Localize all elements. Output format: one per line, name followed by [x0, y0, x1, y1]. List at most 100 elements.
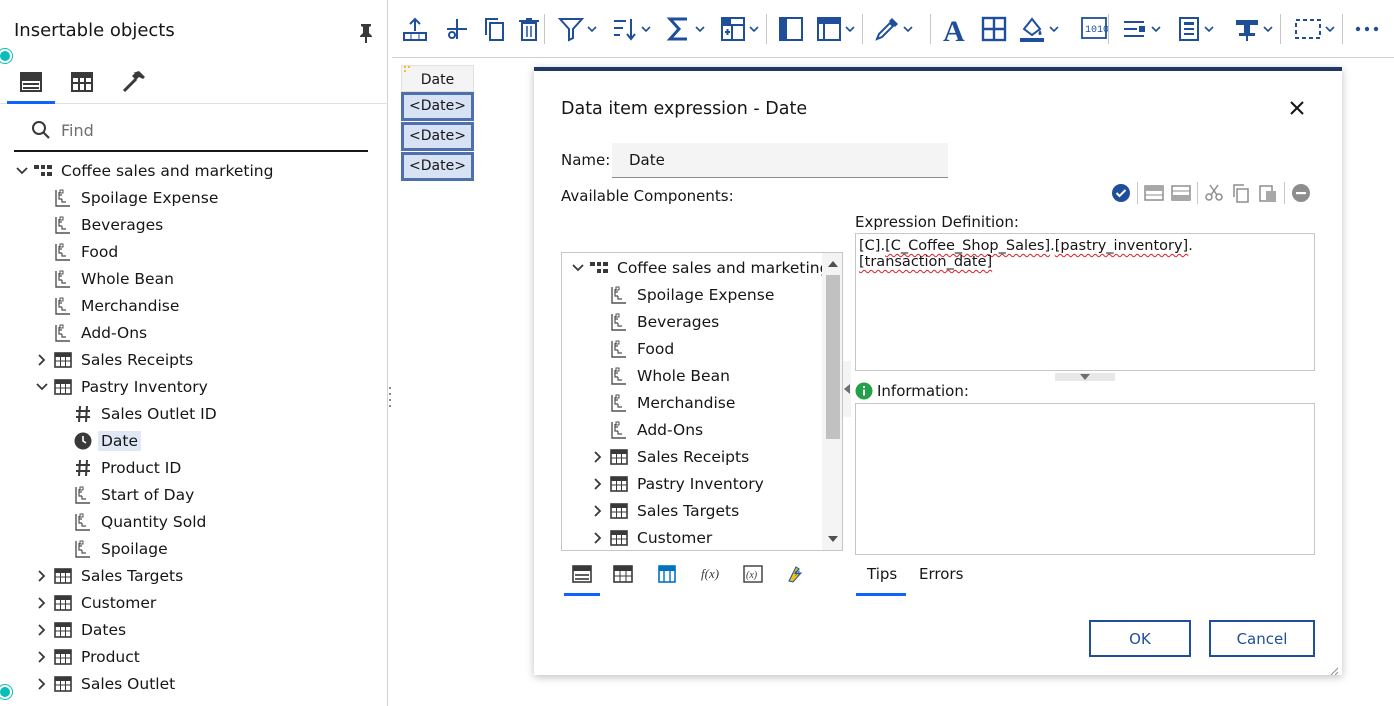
tab-tools[interactable] — [110, 62, 158, 102]
tree-item[interactable]: Food — [34, 238, 121, 265]
resize-handle[interactable] — [1055, 373, 1115, 381]
chevron-right-icon[interactable] — [34, 649, 50, 665]
tab-functions[interactable]: f(x) — [694, 559, 730, 589]
borders-button[interactable] — [981, 12, 1007, 46]
paste-icon[interactable] — [1257, 182, 1279, 204]
tree-item[interactable]: Merchandise — [590, 389, 738, 416]
expression-editor[interactable]: [C].[C_Coffee_Shop_Sales].[pastry_invent… — [855, 233, 1315, 371]
panel-splitter[interactable] — [388, 385, 392, 409]
remove-icon[interactable] — [1290, 182, 1312, 204]
tree-scrollbar[interactable] — [822, 253, 842, 550]
tree-item[interactable]: Sales Targets — [34, 562, 186, 589]
sort-button[interactable] — [612, 12, 651, 46]
tree-item[interactable]: Date — [54, 427, 142, 454]
tab-tips[interactable]: Tips — [867, 565, 897, 583]
chevron-down-icon[interactable] — [34, 379, 50, 395]
tab-data-items[interactable] — [649, 559, 685, 589]
fill-color-button[interactable] — [1018, 12, 1059, 46]
tree-item[interactable]: Spoilage Expense — [590, 281, 777, 308]
collapse-handle[interactable] — [843, 361, 851, 417]
pin-icon[interactable] — [356, 22, 376, 44]
summarize-button[interactable] — [666, 12, 705, 46]
dialog-resize-grip[interactable] — [1330, 667, 1338, 675]
eyedropper-button[interactable] — [874, 12, 913, 46]
insert-row-below-icon[interactable] — [1170, 182, 1192, 204]
chevron-right-icon[interactable] — [34, 622, 50, 638]
tab-parameters[interactable]: (x) — [735, 559, 771, 589]
tree-item[interactable]: Pastry Inventory — [590, 470, 767, 497]
chevron-right-icon[interactable] — [34, 352, 50, 368]
tab-data-source[interactable] — [7, 62, 55, 102]
tab-toolbox[interactable] — [58, 62, 106, 102]
tree-item[interactable]: Sales Receipts — [590, 443, 752, 470]
page-button[interactable] — [1177, 12, 1214, 46]
tree-item[interactable]: Sales Outlet — [34, 670, 178, 697]
tree-item[interactable]: Beverages — [34, 211, 166, 238]
scroll-thumb[interactable] — [826, 275, 840, 439]
insert-row-above-icon[interactable] — [1143, 182, 1165, 204]
tab-macros[interactable]: # — [778, 559, 814, 589]
cut-button[interactable] — [444, 12, 470, 46]
scroll-down-icon[interactable] — [826, 532, 840, 546]
section-button[interactable] — [778, 12, 804, 46]
font-button[interactable]: A — [942, 12, 970, 46]
header-button[interactable] — [816, 12, 855, 46]
tree-item[interactable]: Pastry Inventory — [34, 373, 211, 400]
tree-item[interactable]: Coffee sales and marketing — [570, 254, 832, 281]
list-cell[interactable]: <Date> — [401, 152, 474, 181]
pin-toolbar-button[interactable] — [1234, 12, 1273, 46]
copy-icon[interactable] — [1230, 182, 1252, 204]
tree-item[interactable]: Food — [590, 335, 677, 362]
tree-item[interactable]: Coffee sales and marketing — [14, 157, 276, 184]
delete-button[interactable] — [518, 12, 540, 46]
insert-above-button[interactable] — [402, 12, 428, 46]
chevron-right-icon[interactable] — [590, 449, 606, 465]
chevron-down-icon[interactable] — [14, 163, 30, 179]
tree-item[interactable]: Sales Outlet ID — [54, 400, 220, 427]
tree-item[interactable]: Product ID — [54, 454, 184, 481]
tree-item[interactable]: Merchandise — [34, 292, 182, 319]
chevron-right-icon[interactable] — [34, 595, 50, 611]
scroll-up-icon[interactable] — [826, 257, 840, 271]
tab-errors[interactable]: Errors — [919, 565, 963, 583]
tree-item[interactable]: Dates — [34, 616, 129, 643]
list-column-header[interactable]: Date — [401, 65, 474, 92]
search-input[interactable] — [61, 120, 361, 140]
chevron-down-icon[interactable] — [570, 260, 586, 276]
group-button[interactable] — [720, 12, 759, 46]
list-cell[interactable]: <Date> — [401, 122, 474, 151]
tree-item[interactable]: Add-Ons — [590, 416, 706, 443]
tree-item[interactable]: Spoilage — [54, 535, 171, 562]
name-field[interactable] — [612, 143, 948, 178]
tree-item[interactable]: Add-Ons — [34, 319, 150, 346]
tree-item[interactable]: Product — [34, 643, 143, 670]
tree-item[interactable]: Beverages — [590, 308, 722, 335]
tree-item[interactable]: Customer — [34, 589, 159, 616]
chevron-right-icon[interactable] — [34, 568, 50, 584]
tree-item[interactable]: Whole Bean — [34, 265, 177, 292]
cut-icon[interactable] — [1203, 182, 1225, 204]
ok-button[interactable]: OK — [1089, 620, 1191, 657]
copy-button[interactable] — [482, 12, 506, 46]
tree-item[interactable]: Sales Receipts — [34, 346, 196, 373]
tree-item[interactable]: Spoilage Expense — [34, 184, 221, 211]
tree-item[interactable]: Whole Bean — [590, 362, 733, 389]
tree-item[interactable]: Sales Targets — [590, 497, 742, 524]
close-icon[interactable] — [1286, 97, 1308, 119]
chevron-right-icon[interactable] — [590, 476, 606, 492]
align-button[interactable] — [1122, 12, 1161, 46]
tree-item[interactable]: Quantity Sold — [54, 508, 209, 535]
data-format-button[interactable]: 1010 — [1080, 12, 1108, 46]
tree-item[interactable]: Start of Day — [54, 481, 197, 508]
chevron-right-icon[interactable] — [590, 503, 606, 519]
list-cell[interactable]: <Date> — [401, 92, 474, 121]
chevron-right-icon[interactable] — [34, 676, 50, 692]
filter-button[interactable] — [558, 12, 597, 46]
validate-icon[interactable] — [1110, 182, 1132, 204]
tree-item[interactable]: Customer — [590, 524, 715, 550]
select-button[interactable] — [1294, 12, 1335, 46]
chevron-right-icon[interactable] — [590, 530, 606, 546]
tab-query[interactable] — [605, 559, 641, 589]
more-button[interactable] — [1354, 12, 1380, 46]
cancel-button[interactable]: Cancel — [1209, 620, 1315, 657]
